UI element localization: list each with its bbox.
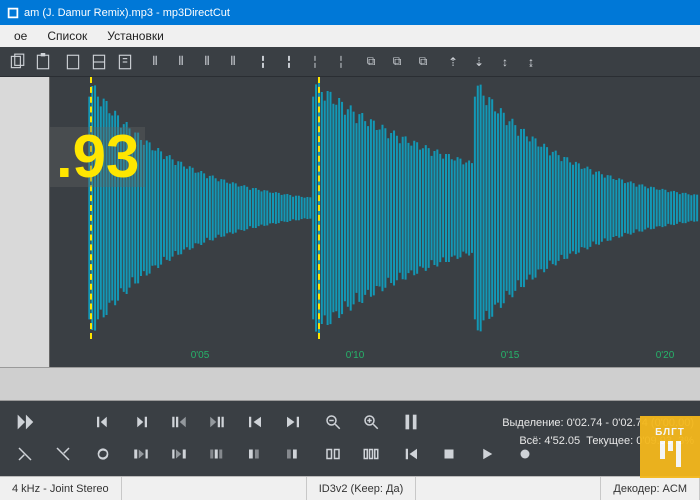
sel-right-button[interactable] xyxy=(206,411,228,433)
pause-button[interactable] xyxy=(400,411,422,433)
transport-panel: Выделение: 0'02.74 - 0'02.74 (0'00.00) В… xyxy=(0,401,700,476)
percent-value: 3% xyxy=(678,435,694,447)
separator-bar xyxy=(0,367,700,401)
status-id3: ID3v2 (Keep: Да) xyxy=(307,477,417,500)
edit-tool-a-icon[interactable]: ⧉ xyxy=(362,53,380,71)
region-b-button[interactable] xyxy=(168,443,190,465)
region-e-button[interactable] xyxy=(282,443,304,465)
waveform-area: .93 0'05 0'10 0'15 0'20 xyxy=(0,77,700,367)
fx-tool-c-icon[interactable]: ↕ xyxy=(496,53,514,71)
split-tool-2-icon[interactable]: ╏ xyxy=(280,53,298,71)
total-value: 4'52.05 xyxy=(544,435,580,447)
time-ruler: 0'05 0'10 0'15 0'20 xyxy=(50,339,700,367)
loop-button[interactable] xyxy=(92,443,114,465)
cut-tool-b-icon[interactable] xyxy=(52,443,74,465)
ruler-tick: 0'10 xyxy=(355,350,374,361)
zoom-in-button[interactable] xyxy=(360,411,382,433)
region-a-button[interactable] xyxy=(130,443,152,465)
tool-paste-icon[interactable] xyxy=(34,53,52,71)
skip-prev-button[interactable] xyxy=(400,443,422,465)
grid-b-button[interactable] xyxy=(360,443,382,465)
region-d-button[interactable] xyxy=(244,443,266,465)
menu-item-settings[interactable]: Установки xyxy=(97,29,173,43)
fast-forward-button[interactable] xyxy=(14,411,36,433)
edit-tool-b-icon[interactable]: ⧉ xyxy=(388,53,406,71)
mark-out-button[interactable] xyxy=(130,411,152,433)
titlebar: am (J. Damur Remix).mp3 - mp3DirectCut xyxy=(0,0,700,25)
play-button[interactable] xyxy=(476,443,498,465)
zoom-out-button[interactable] xyxy=(322,411,344,433)
menu-item-list[interactable]: Список xyxy=(37,29,97,43)
status-spacer xyxy=(122,477,307,500)
grid-a-button[interactable] xyxy=(322,443,344,465)
app-icon xyxy=(6,6,20,20)
fx-tool-d-icon[interactable]: ↨ xyxy=(522,53,540,71)
ruler-tick: 0'15 xyxy=(510,350,529,361)
go-end-button[interactable] xyxy=(282,411,304,433)
big-time-overlay: .93 xyxy=(50,127,145,187)
menubar: ое Список Установки xyxy=(0,25,700,47)
selection-start-marker[interactable] xyxy=(90,77,92,339)
status-decoder: Декодер: ACM xyxy=(601,477,700,500)
marker-tool-4-icon[interactable]: ⦀ xyxy=(224,53,242,71)
status-bar: 4 kHz - Joint Stereo ID3v2 (Keep: Да) Де… xyxy=(0,476,700,500)
split-tool-1-icon[interactable]: ╏ xyxy=(254,53,272,71)
status-spacer2 xyxy=(416,477,601,500)
current-value: 0'09.93 xyxy=(636,435,672,447)
sel-left-button[interactable] xyxy=(168,411,190,433)
stop-button[interactable] xyxy=(438,443,460,465)
menu-item-0[interactable]: ое xyxy=(4,29,37,43)
cut-tool-a-icon[interactable] xyxy=(14,443,36,465)
selection-label: Выделение: xyxy=(502,417,563,429)
status-format: 4 kHz - Joint Stereo xyxy=(0,477,122,500)
ruler-tick: 0'05 xyxy=(200,350,219,361)
tool-doc-a-icon[interactable] xyxy=(64,53,82,71)
ruler-tick: 0'20 xyxy=(665,350,684,361)
waveform-plot xyxy=(50,77,700,339)
fx-tool-a-icon[interactable]: ⇡ xyxy=(444,53,462,71)
level-meter xyxy=(0,77,50,367)
current-label: Текущее: xyxy=(586,435,633,447)
tool-doc-b-icon[interactable] xyxy=(90,53,108,71)
go-start-button[interactable] xyxy=(244,411,266,433)
tool-doc-c-icon[interactable] xyxy=(116,53,134,71)
toolbar-top: ⦀ ⦀ ⦀ ⦀ ╏ ╏ ╎ ╎ ⧉ ⧉ ⧉ ⇡ ⇣ ↕ ↨ xyxy=(0,47,700,77)
marker-tool-2-icon[interactable]: ⦀ xyxy=(172,53,190,71)
mark-in-button[interactable] xyxy=(92,411,114,433)
split-tool-4-icon[interactable]: ╎ xyxy=(332,53,350,71)
edit-tool-c-icon[interactable]: ⧉ xyxy=(414,53,432,71)
window-title: am (J. Damur Remix).mp3 - mp3DirectCut xyxy=(24,7,230,19)
split-tool-3-icon[interactable]: ╎ xyxy=(306,53,324,71)
selection-value: 0'02.74 - 0'02.74 (0'00.00) xyxy=(567,417,694,429)
playhead-marker[interactable] xyxy=(318,77,320,339)
total-label: Всё: xyxy=(519,435,541,447)
tool-copy-icon[interactable] xyxy=(8,53,26,71)
marker-tool-3-icon[interactable]: ⦀ xyxy=(198,53,216,71)
fx-tool-b-icon[interactable]: ⇣ xyxy=(470,53,488,71)
position-info: Выделение: 0'02.74 - 0'02.74 (0'00.00) В… xyxy=(502,415,694,450)
waveform-viewport[interactable]: .93 0'05 0'10 0'15 0'20 xyxy=(50,77,700,367)
region-c-button[interactable] xyxy=(206,443,228,465)
marker-tool-1-icon[interactable]: ⦀ xyxy=(146,53,164,71)
